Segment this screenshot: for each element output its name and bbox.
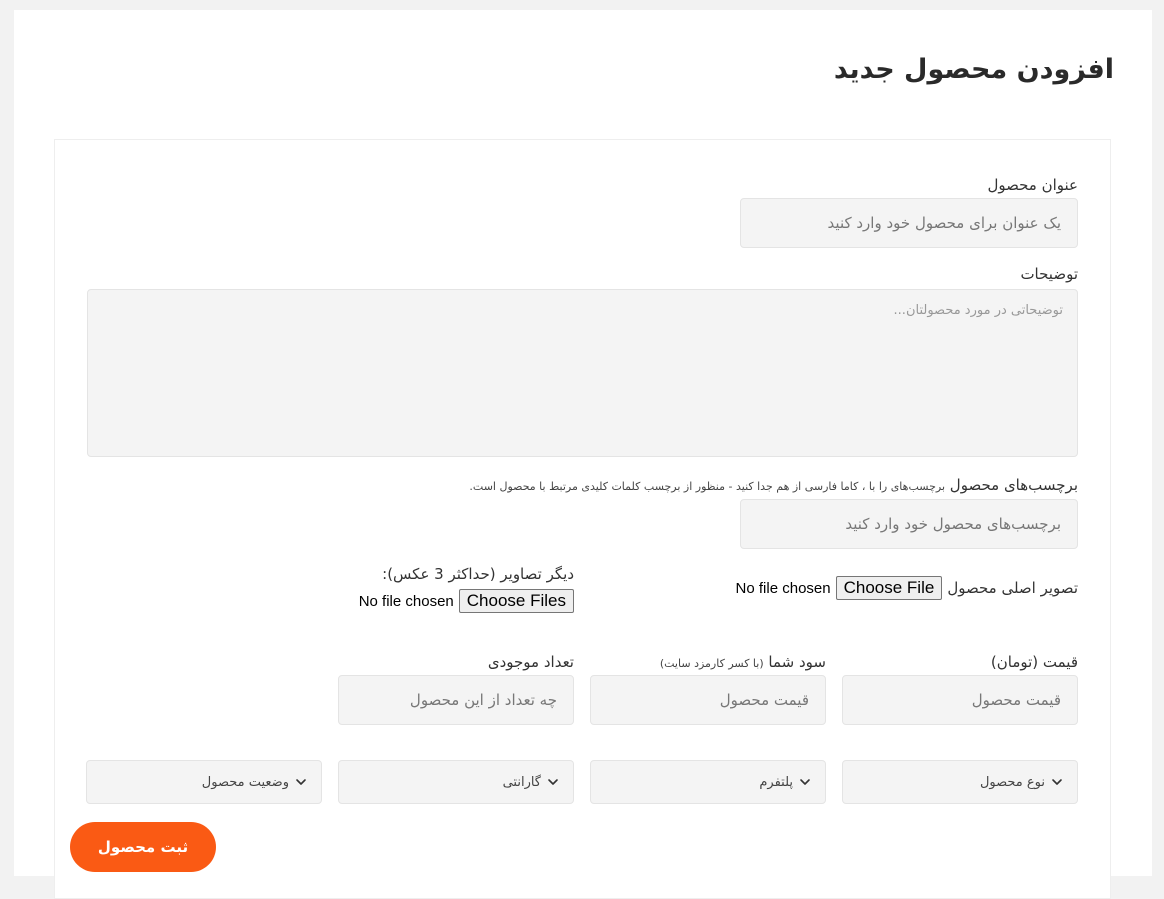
product-status-select[interactable]: وضعیت محصول [86, 760, 322, 804]
warranty-select[interactable]: گارانتی [338, 760, 574, 804]
platform-select-value: پلتفرم [759, 774, 793, 790]
price-input[interactable] [842, 675, 1078, 725]
product-title-label: عنوان محصول [987, 176, 1078, 194]
product-form-card: عنوان محصول توضیحات برچسب‌های محصول برچس… [54, 139, 1111, 899]
page-title: افزودن محصول جدید [833, 54, 1114, 85]
price-label: قیمت (تومان) [990, 653, 1078, 671]
product-title-input[interactable] [740, 198, 1078, 248]
main-image-field: تصویر اصلی محصول Choose File No file cho… [735, 576, 1078, 601]
stock-input[interactable] [338, 675, 574, 725]
main-image-file-status: No file chosen [735, 579, 831, 597]
product-type-select-value: نوع محصول [979, 774, 1045, 790]
profit-input[interactable] [590, 675, 826, 725]
other-images-label: دیگر تصاویر (حداکثر 3 عکس): [382, 565, 574, 583]
profit-label: سود شما [768, 653, 826, 671]
main-image-label: تصویر اصلی محصول [947, 579, 1078, 598]
chevron-down-icon [800, 779, 810, 785]
tags-label-row: برچسب‌های محصول برچسب‌های را با ، کاما ف… [469, 476, 1078, 494]
other-images-file-status: No file chosen [358, 592, 454, 610]
warranty-select-value: گارانتی [502, 774, 541, 790]
chevron-down-icon [1052, 779, 1062, 785]
product-status-select-value: وضعیت محصول [201, 774, 289, 790]
description-label: توضیحات [1020, 265, 1078, 283]
tags-input[interactable] [740, 499, 1078, 549]
product-type-select[interactable]: نوع محصول [842, 760, 1078, 804]
tags-label: برچسب‌های محصول [949, 476, 1078, 494]
chevron-down-icon [296, 779, 306, 785]
profit-hint: (با کسر کارمزد سایت) [659, 657, 764, 670]
tags-hint: برچسب‌های را با ، کاما فارسی از هم جدا ک… [469, 480, 946, 493]
choose-files-button[interactable]: Choose Files [458, 589, 574, 614]
submit-product-button[interactable]: ثبت محصول [70, 822, 216, 872]
chevron-down-icon [548, 779, 558, 785]
stock-label: تعداد موجودی [487, 653, 574, 671]
other-images-file-line: Choose Files No file chosen [358, 589, 574, 614]
other-images-field: دیگر تصاویر (حداکثر 3 عکس): Choose Files… [358, 565, 574, 614]
platform-select[interactable]: پلتفرم [590, 760, 826, 804]
choose-file-button[interactable]: Choose File [835, 576, 943, 601]
profit-label-row: سود شما (با کسر کارمزد سایت) [660, 653, 826, 671]
description-textarea[interactable] [87, 289, 1078, 457]
page-container: افزودن محصول جدید عنوان محصول توضیحات بر… [14, 10, 1152, 899]
